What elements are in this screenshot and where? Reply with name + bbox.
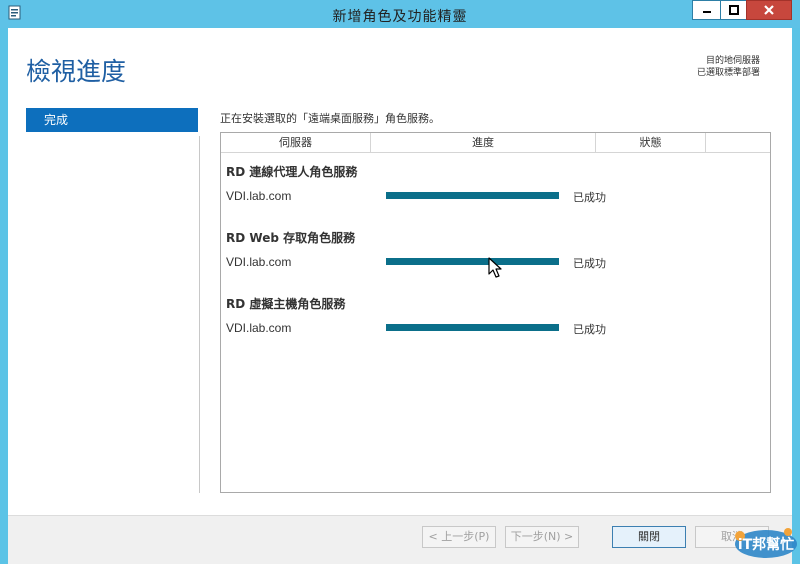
window-titlebar: 新增角色及功能精靈 xyxy=(0,0,800,28)
destination-server-info: 目的地伺服器 已選取標準部署 xyxy=(697,55,760,79)
progress-bar-fill xyxy=(386,324,559,331)
status-text: 已成功 xyxy=(573,257,606,270)
column-header-status[interactable]: 狀態 xyxy=(596,133,706,153)
progress-bar-fill xyxy=(386,258,559,265)
close-icon xyxy=(764,5,774,15)
previous-button[interactable]: < 上一步(P) xyxy=(422,526,496,548)
server-name: VDI.lab.com xyxy=(226,255,292,269)
close-button[interactable]: 關閉 xyxy=(612,526,686,548)
nav-divider xyxy=(199,136,200,493)
progress-bar xyxy=(386,192,559,199)
page-title: 檢視進度 xyxy=(26,57,127,86)
column-header-server[interactable]: 伺服器 xyxy=(221,133,371,153)
server-name: VDI.lab.com xyxy=(226,321,292,335)
group-title: RD 連線代理人角色服務 xyxy=(226,165,358,179)
maximize-icon xyxy=(729,5,739,15)
progress-bar xyxy=(386,258,559,265)
minimize-button[interactable] xyxy=(692,0,721,20)
column-header-progress[interactable]: 進度 xyxy=(371,133,596,153)
status-text: 已成功 xyxy=(573,323,606,336)
group-title: RD 虛擬主機角色服務 xyxy=(226,297,346,311)
group-title: RD Web 存取角色服務 xyxy=(226,231,356,245)
progress-intro-text: 正在安裝選取的「遠端桌面服務」角色服務。 xyxy=(220,112,440,125)
nav-item-complete[interactable]: 完成 xyxy=(26,108,198,132)
progress-bar-fill xyxy=(386,192,559,199)
server-name: VDI.lab.com xyxy=(226,189,292,203)
table-header: 伺服器 進度 狀態 xyxy=(221,133,770,153)
status-text: 已成功 xyxy=(573,191,606,204)
minimize-icon xyxy=(703,11,711,13)
window-title: 新增角色及功能精靈 xyxy=(332,9,468,25)
close-window-button[interactable] xyxy=(746,0,792,20)
destination-label: 目的地伺服器 xyxy=(705,56,760,66)
wizard-nav: 完成 xyxy=(26,108,198,132)
progress-table: 伺服器 進度 狀態 RD 連線代理人角色服務 VDI.lab.com 已成功 R… xyxy=(220,132,771,493)
progress-bar xyxy=(386,324,559,331)
wizard-footer: < 上一步(P) 下一步(N) > 關閉 取消 xyxy=(8,515,792,564)
mouse-pointer-icon xyxy=(488,257,502,278)
maximize-button[interactable] xyxy=(720,0,747,20)
destination-value: 已選取標準部署 xyxy=(696,68,760,78)
next-button[interactable]: 下一步(N) > xyxy=(505,526,579,548)
watermark-text: iT邦幫忙 xyxy=(738,536,794,553)
watermark-logo-icon: iT邦幫忙 xyxy=(735,528,797,558)
wizard-client-area: 檢視進度 目的地伺服器 已選取標準部署 完成 正在安裝選取的「遠端桌面服務」角色… xyxy=(8,28,792,564)
